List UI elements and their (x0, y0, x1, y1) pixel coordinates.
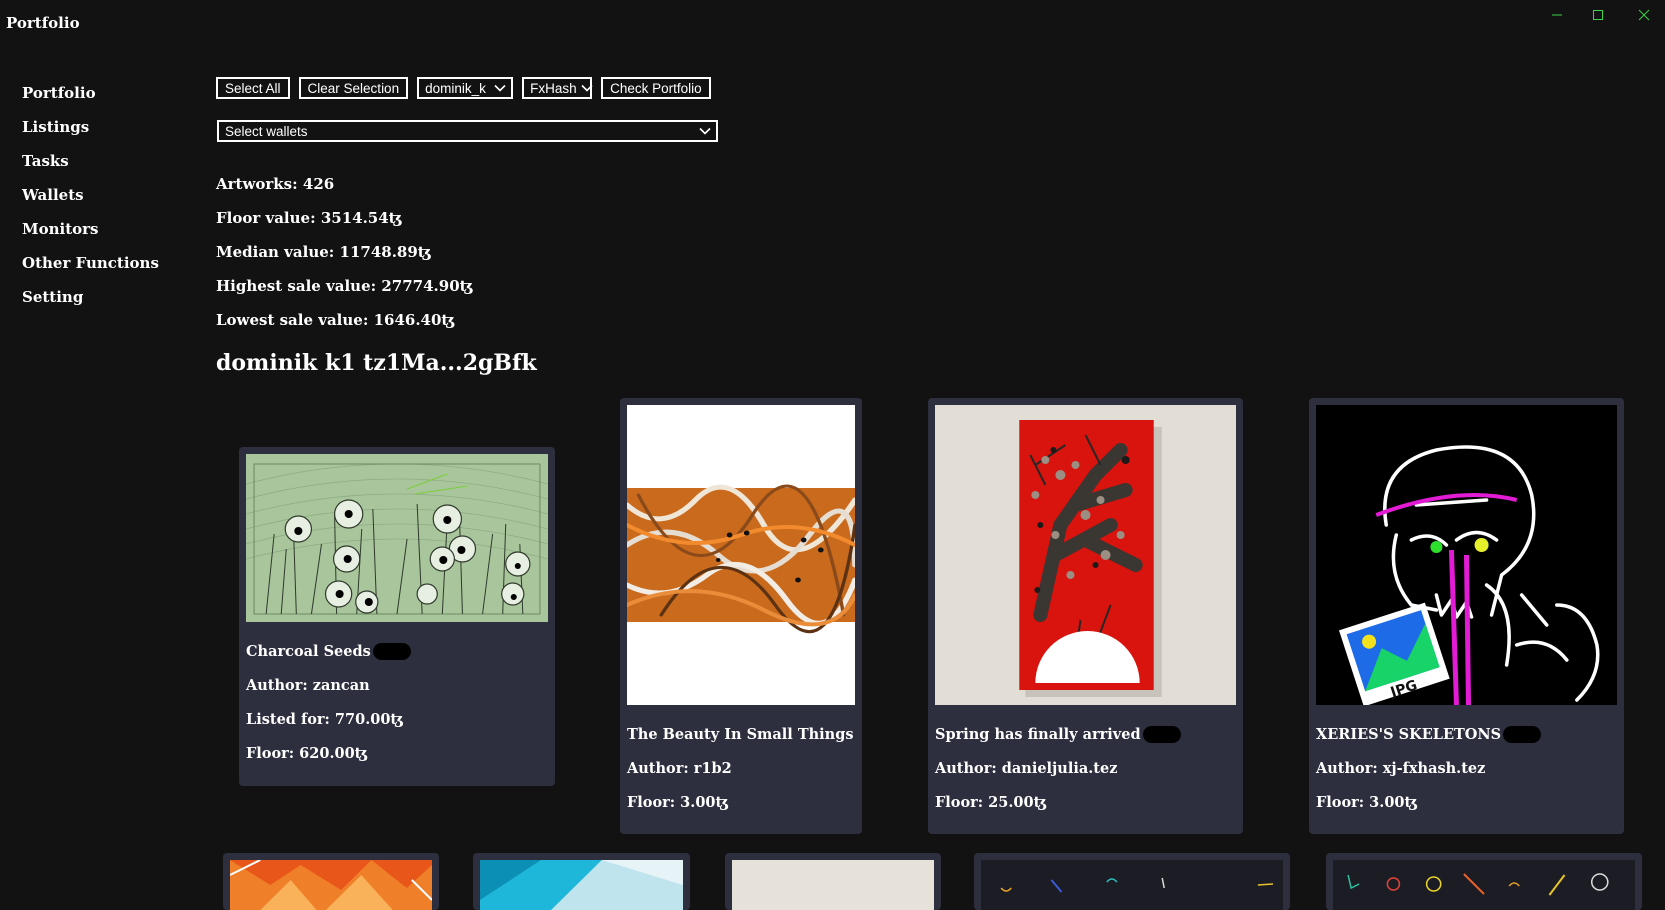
clear-selection-button[interactable]: Clear Selection (298, 77, 409, 99)
sidebar-item-monitors[interactable]: Monitors (0, 212, 190, 246)
redaction-mark (1503, 725, 1542, 743)
platform-select[interactable]: FxHash (522, 77, 593, 99)
artwork-thumbnail (1333, 860, 1635, 910)
xeries-skeletons-artwork: JPG (1316, 405, 1617, 705)
artwork-thumbnail (981, 860, 1283, 910)
artwork-card[interactable]: Spring has finally arrived Author: danie… (928, 398, 1243, 834)
sidebar-item-wallets[interactable]: Wallets (0, 178, 190, 212)
artwork-thumbnail (480, 860, 683, 910)
artwork-card[interactable]: JPG XERIES'S SKELETONS Author: xj-fxhash… (1309, 398, 1624, 834)
chevron-down-icon (698, 124, 712, 138)
artwork-card[interactable]: The Beauty In Small Things Author: r1b2 … (620, 398, 862, 834)
platform-select-value: FxHash (530, 80, 577, 96)
card-floor: Floor: 620.00ꜩ (246, 744, 368, 762)
user-select-value: dominik_k (425, 80, 486, 96)
sidebar-item-tasks[interactable]: Tasks (0, 144, 190, 178)
artwork-card[interactable] (223, 853, 439, 910)
card-title: XERIES'S SKELETONS (1316, 717, 1617, 751)
sidebar-item-listings[interactable]: Listings (0, 110, 190, 144)
sidebar-item-setting[interactable]: Setting (0, 280, 190, 314)
artwork-card[interactable] (974, 853, 1290, 910)
artwork-thumbnail (230, 860, 432, 910)
select-all-button[interactable]: Select All (216, 77, 290, 99)
highest-sale-value: Highest sale value: 27774.90ꜩ (216, 277, 474, 295)
window-title: Portfolio (6, 14, 80, 32)
check-portfolio-button[interactable]: Check Portfolio (601, 77, 711, 99)
spring-has-finally-arrived-artwork (935, 405, 1236, 705)
wallets-select[interactable]: Select wallets (217, 120, 718, 142)
card-floor: Floor: 3.00ꜩ (627, 793, 729, 811)
card-listed-price: Listed for: 770.00ꜩ (246, 710, 404, 728)
chevron-down-icon (493, 81, 507, 95)
sidebar-nav: Portfolio Listings Tasks Wallets Monitor… (0, 76, 190, 314)
card-title: The Beauty In Small Things (627, 725, 854, 743)
sidebar-item-other-functions[interactable]: Other Functions (0, 246, 190, 280)
close-button[interactable] (1629, 4, 1659, 26)
artwork-card[interactable] (473, 853, 690, 910)
wallet-heading: dominik k1 tz1Ma...2gBfk (216, 350, 537, 376)
artwork-card[interactable]: Charcoal Seeds Author: zancan Listed for… (239, 447, 555, 786)
user-select[interactable]: dominik_k (417, 77, 514, 99)
artworks-count: Artworks: 426 (216, 175, 335, 193)
card-floor: Floor: 25.00ꜩ (935, 793, 1047, 811)
card-floor: Floor: 3.00ꜩ (1316, 793, 1418, 811)
card-author: Author: danieljulia.tez (935, 759, 1118, 777)
maximize-button[interactable] (1583, 4, 1613, 26)
toolbar: Select All Clear Selection dominik_k FxH… (216, 77, 711, 99)
portfolio-stats: Artworks: 426 Floor value: 3514.54ꜩ Medi… (216, 175, 473, 345)
minimize-button[interactable] (1542, 4, 1572, 26)
artwork-card[interactable] (725, 853, 941, 910)
charcoal-seeds-artwork (246, 454, 548, 622)
close-icon (1638, 9, 1650, 21)
floor-value: Floor value: 3514.54ꜩ (216, 209, 403, 227)
redaction-mark (372, 642, 411, 660)
minimize-icon (1552, 14, 1562, 16)
maximize-icon (1593, 10, 1603, 20)
card-author: Author: zancan (246, 676, 370, 694)
chevron-down-icon (581, 81, 593, 95)
lowest-sale-value: Lowest sale value: 1646.40ꜩ (216, 311, 456, 329)
wallets-select-value: Select wallets (225, 123, 308, 139)
card-author: Author: r1b2 (627, 759, 732, 777)
redaction-mark (1142, 725, 1181, 743)
median-value: Median value: 11748.89ꜩ (216, 243, 432, 261)
card-author: Author: xj-fxhash.tez (1316, 759, 1486, 777)
card-title: Charcoal Seeds (246, 634, 548, 668)
artwork-card[interactable] (1326, 853, 1642, 910)
title-bar: Portfolio (0, 0, 1665, 46)
sidebar-item-portfolio[interactable]: Portfolio (0, 76, 190, 110)
beauty-in-small-things-artwork (627, 405, 855, 705)
artwork-thumbnail (732, 860, 934, 910)
card-title: Spring has finally arrived (935, 717, 1236, 751)
